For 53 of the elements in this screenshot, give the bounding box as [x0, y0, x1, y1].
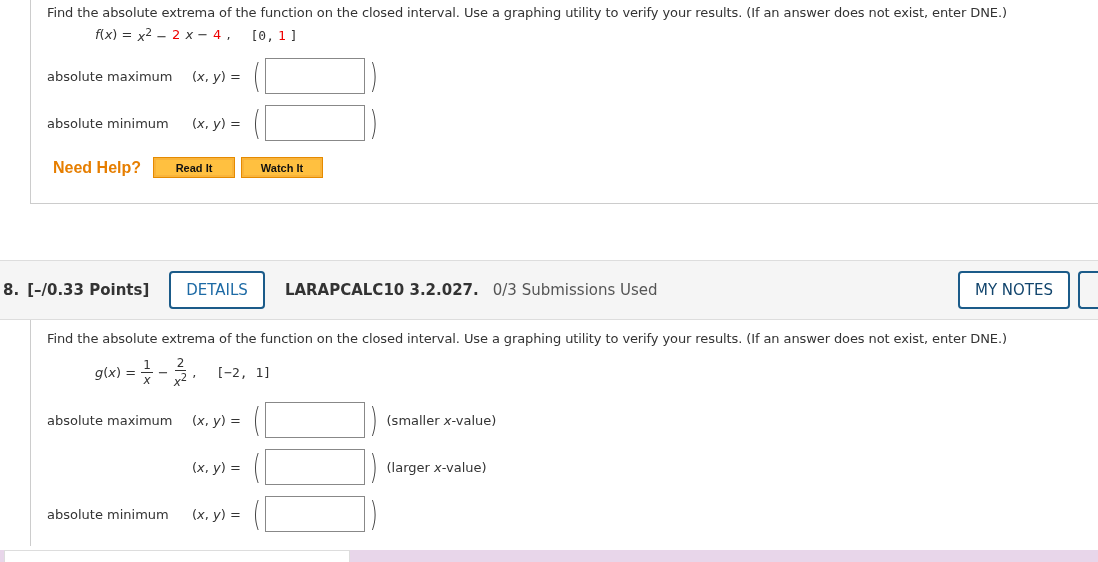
open-paren: (	[252, 449, 261, 485]
answer-field[interactable]	[265, 449, 366, 485]
open-paren: (	[252, 402, 261, 438]
close-paren: )	[369, 105, 378, 141]
close-paren: )	[369, 449, 378, 485]
question-number: 8.	[3, 281, 20, 299]
instruction-text: Find the absolute extrema of the function on the closed interval. Use a graphing utility to verify your results. (If an answer does not exist, enter DNE.)	[47, 330, 1008, 348]
fraction: 2 x$^{2}$	[173, 355, 188, 389]
answer-field[interactable]	[265, 402, 366, 438]
points-label: [–/0.33 Points]	[27, 281, 150, 299]
help-button[interactable]: Read It	[153, 157, 235, 178]
my-notes-button[interactable]: MY NOTES	[957, 271, 1070, 309]
open-paren: (	[252, 58, 261, 94]
close-paren: )	[369, 402, 378, 438]
answer-label: absolute minimum	[47, 506, 169, 522]
answer-field[interactable]	[265, 58, 366, 94]
answer-note: (larger x-value)	[386, 459, 487, 475]
header-button[interactable]	[1078, 271, 1098, 309]
point-prefix: (x, y) =	[192, 459, 241, 475]
formula-parameter: 1	[278, 27, 286, 43]
formula-text: f(x) =	[95, 27, 133, 43]
answer-label: absolute maximum	[47, 412, 173, 428]
answer-note: (smaller x-value)	[386, 412, 497, 428]
answer-label: absolute minimum	[47, 115, 169, 131]
question-code: LARAPCALC10 3.2.027.	[284, 281, 479, 299]
close-paren: )	[369, 58, 378, 94]
formula-text: ]	[289, 27, 298, 43]
formula-text: −	[157, 364, 169, 380]
details-button[interactable]: DETAILS	[169, 271, 265, 309]
formula-parameter: 4	[213, 27, 222, 43]
point-prefix: (x, y) =	[192, 115, 241, 131]
answer-field[interactable]	[265, 105, 366, 141]
point-prefix: (x, y) =	[192, 68, 241, 84]
formula-text: x −	[185, 27, 209, 43]
instruction-text: Find the absolute extrema of the function on the closed interval. Use a graphing utility to verify your results. (If an answer does not exist, enter DNE.)	[47, 4, 1008, 22]
open-paren: (	[252, 496, 261, 532]
answer-field[interactable]	[265, 496, 366, 532]
formula-text: g(x) =	[95, 364, 137, 380]
need-help-label: Need Help?	[53, 158, 141, 177]
help-button[interactable]: Watch It	[241, 157, 323, 178]
formula-text: [−2, 1]	[216, 364, 272, 380]
formula-text: ,	[192, 364, 197, 380]
fraction: 1 x	[141, 357, 153, 387]
submissions-label: 0/3 Submissions Used	[492, 281, 658, 299]
formula-text: x$^{2}$ −	[137, 25, 168, 45]
open-paren: (	[252, 105, 261, 141]
formula-parameter: 2	[172, 27, 181, 43]
answer-label: absolute maximum	[47, 68, 173, 84]
formula-text: ,	[226, 27, 231, 43]
close-paren: )	[369, 496, 378, 532]
formula-text: [0,	[250, 27, 274, 43]
point-prefix: (x, y) =	[192, 506, 241, 522]
point-prefix: (x, y) =	[192, 412, 241, 428]
